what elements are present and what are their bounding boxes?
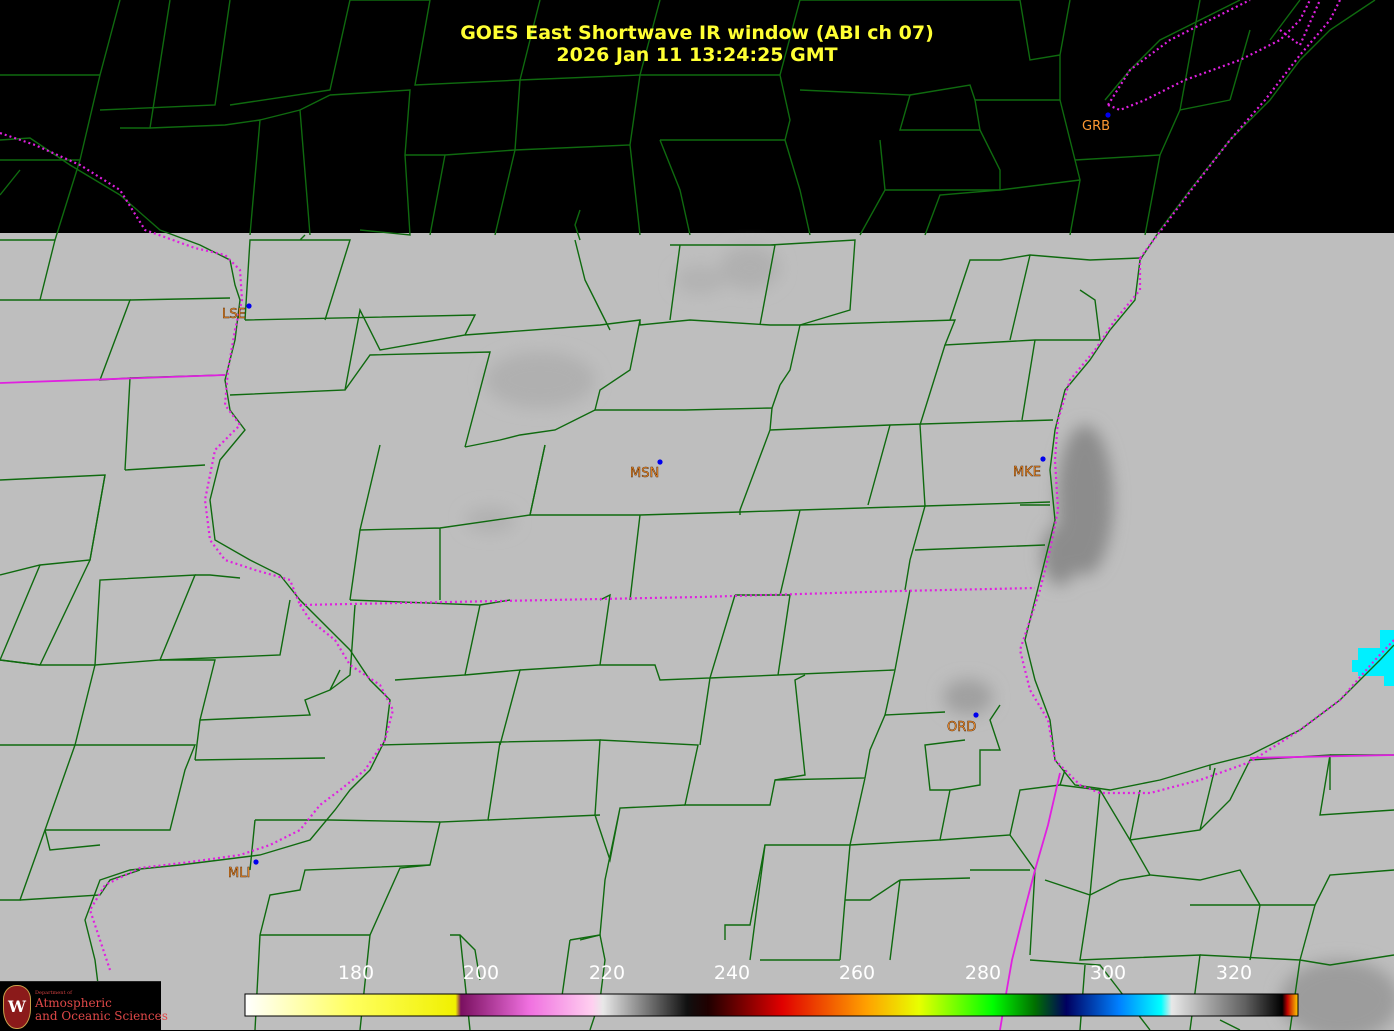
- uw-crest-icon: W: [3, 985, 31, 1029]
- station-label-grb: GRB: [1082, 119, 1110, 134]
- station-dot-ord: [973, 712, 979, 718]
- station-dot-msn: [657, 459, 663, 465]
- colorbar-tick-label: 260: [838, 962, 876, 984]
- station-dot-grb: [1105, 112, 1111, 118]
- colorbar: [244, 993, 1299, 1017]
- station-label-mke: MKE: [1013, 465, 1041, 480]
- satellite-image-area: [0, 233, 1394, 1030]
- colorbar-tick-label: 300: [1089, 962, 1127, 984]
- image-title-line1: GOES East Shortwave IR window (ABI ch 07…: [460, 22, 934, 44]
- colorbar-tick-label: 320: [1215, 962, 1253, 984]
- satellite-map: GRB LSE MSN MKE ORD MLI: [0, 0, 1394, 1030]
- colorbar-tick-label: 280: [964, 962, 1002, 984]
- station-dot-mli: [253, 859, 259, 865]
- station-dot-lse: [246, 303, 252, 309]
- logo-text-line1: Atmospheric: [35, 996, 112, 1010]
- image-title-line2: 2026 Jan 11 13:24:25 GMT: [556, 44, 838, 66]
- colorbar-tick-label: 200: [462, 962, 500, 984]
- station-label-mli: MLI: [228, 866, 250, 881]
- logo-text-line2: and Oceanic Sciences: [35, 1009, 168, 1023]
- colorbar-tick-label: 180: [337, 962, 375, 984]
- station-label-ord: ORD: [947, 720, 976, 735]
- colorbar-tick-label: 220: [588, 962, 626, 984]
- colorbar-tick-label: 240: [713, 962, 751, 984]
- station-label-lse: LSE: [222, 307, 246, 322]
- aos-logo: W Department of Atmospheric and Oceanic …: [0, 981, 168, 1031]
- station-dot-mke: [1040, 456, 1046, 462]
- station-label-msn: MSN: [630, 466, 659, 481]
